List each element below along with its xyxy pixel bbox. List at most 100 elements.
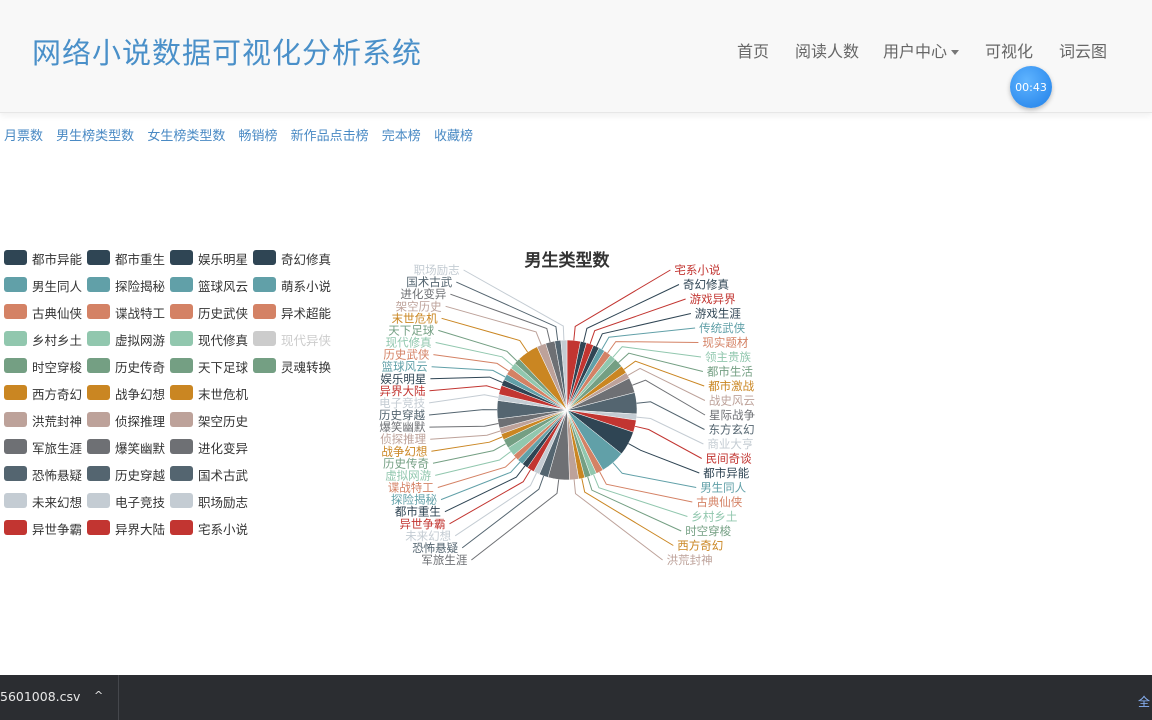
legend-label: 未来幻想: [32, 495, 83, 510]
download-file-name: 5601008.csv: [0, 689, 81, 704]
pie-slice-label: 古典仙侠: [696, 495, 742, 509]
legend-label: 西方奇幻: [32, 387, 83, 402]
pie-label-line: [636, 401, 705, 430]
legend-label: 宅系小说: [198, 522, 249, 537]
legend-label: 萌系小说: [281, 279, 332, 294]
pie-label-line: [449, 469, 531, 525]
legend-label: 谍战特工: [115, 306, 166, 321]
subnav-male-genre-count[interactable]: 男生榜类型数: [56, 129, 134, 144]
brand-title[interactable]: 网络小说数据可视化分析系统: [32, 30, 422, 72]
nav-user-center-label: 用户中心: [883, 42, 948, 61]
legend-label: 古典仙侠: [32, 306, 83, 321]
pie-label-line: [589, 298, 686, 345]
legend-label: 历史武侠: [198, 306, 249, 321]
pie-label-line: [428, 409, 498, 416]
subnav-new-works-clicks[interactable]: 新作品点击榜: [291, 129, 369, 144]
chevron-up-icon[interactable]: ^: [94, 689, 103, 702]
legend-swatch: [170, 250, 193, 265]
pie-slice-label: 都市异能: [703, 466, 749, 480]
legend-label: 乡村乡土: [32, 333, 83, 348]
legend-swatch: [253, 331, 276, 346]
subnav-female-genre-count[interactable]: 女生榜类型数: [147, 129, 225, 144]
pie-slice-label: 星际战争: [709, 408, 755, 422]
top-navbar: 网络小说数据可视化分析系统 首页 阅读人数 用户中心 可视化 词云图: [0, 0, 1152, 113]
pie-slice-label: 现实题材: [702, 336, 748, 350]
nav-wordcloud[interactable]: 词云图: [1059, 38, 1107, 62]
pie-label-line: [463, 269, 565, 341]
pie-slice-label: 时空穿梭: [685, 524, 731, 538]
legend-label: 时空穿梭: [32, 360, 83, 375]
legend-swatch: [4, 466, 27, 481]
pie-label-line: [454, 472, 537, 537]
legend-label: 奇幻修真: [281, 252, 332, 267]
pie-slice-label: 都市生活: [707, 365, 753, 379]
download-bar: 5601008.csv ^ 全: [0, 675, 1152, 720]
legend-swatch: [4, 439, 27, 454]
pie-slice-label: 奇幻修真: [683, 278, 729, 292]
pie-slice-label: 领主贵族: [705, 350, 751, 364]
legend-label: 异世争霸: [32, 522, 83, 537]
pie-label-line: [456, 281, 559, 341]
pie-slice-label: 宅系小说: [674, 263, 720, 277]
subnav-monthly-tickets[interactable]: 月票数: [4, 129, 43, 144]
recording-timer-badge[interactable]: 00:43: [1010, 66, 1052, 108]
legend-label: 进化变异: [198, 441, 249, 456]
legend-swatch: [170, 520, 193, 535]
pie-slice-label: 传统武侠: [699, 321, 745, 335]
legend-swatch: [170, 277, 193, 292]
pie-label-line: [429, 385, 501, 392]
pie-label-line: [587, 476, 682, 532]
subnav-favorites[interactable]: 收藏榜: [434, 129, 473, 144]
pie-slice-label: 乡村乡土: [691, 510, 737, 524]
pie-label-line: [628, 443, 700, 474]
pie-label-line: [623, 360, 705, 387]
subnav-completed[interactable]: 完本榜: [382, 129, 421, 144]
nav-user-center[interactable]: 用户中心: [883, 38, 960, 62]
legend-swatch: [87, 358, 110, 373]
legend-label: 现代修真: [198, 333, 249, 348]
legend-swatch: [87, 466, 110, 481]
nav-visualization[interactable]: 可视化: [985, 38, 1033, 62]
download-item[interactable]: 5601008.csv ^: [0, 675, 119, 720]
pie-slice-label: 男生同人: [700, 481, 746, 495]
legend-swatch: [4, 385, 27, 400]
legend-label: 洪荒封神: [32, 414, 83, 429]
legend-label: 篮球风云: [198, 279, 249, 294]
legend-swatch: [4, 493, 27, 508]
pie-slice-label: 游戏生涯: [695, 307, 741, 321]
pie-label-line: [429, 423, 499, 428]
pie-label-line: [432, 443, 506, 464]
pie-label-line: [634, 425, 702, 459]
pie-label-line: [627, 367, 706, 401]
pie-label-line: [430, 376, 503, 384]
nav-readers[interactable]: 阅读人数: [795, 38, 859, 62]
legend-swatch: [170, 493, 193, 508]
pie-slice-label: 都市激战: [708, 379, 754, 393]
pie-slice-label: 洪荒封神: [667, 553, 713, 567]
legend-label: 现代异侠: [281, 333, 332, 348]
legend-label: 架空历史: [198, 414, 249, 429]
legend-swatch: [170, 304, 193, 319]
legend-label: 国术古武: [198, 468, 249, 483]
show-all-link[interactable]: 全: [1138, 693, 1150, 710]
pie-slice-label: 西方奇幻: [677, 539, 723, 553]
legend-swatch: [87, 439, 110, 454]
pie-slice-label: 民间奇谈: [706, 452, 752, 466]
legend-swatch: [4, 250, 27, 265]
legend-swatch: [253, 250, 276, 265]
pie-label-line: [593, 474, 688, 517]
legend-label: 异术超能: [281, 306, 332, 321]
legend-swatch: [87, 277, 110, 292]
legend-label: 天下足球: [198, 360, 249, 375]
legend-label: 异界大陆: [115, 522, 166, 537]
nav-home[interactable]: 首页: [737, 38, 769, 62]
subnav-bestseller[interactable]: 畅销榜: [238, 129, 277, 144]
legend-swatch: [253, 304, 276, 319]
legend-swatch: [4, 520, 27, 535]
legend-label: 军旅生涯: [32, 441, 83, 456]
pie-label-line: [435, 342, 514, 367]
legend-label: 战争幻想: [115, 387, 166, 402]
pie-label-line: [599, 471, 693, 503]
legend-swatch: [87, 250, 110, 265]
pie-label-line: [430, 430, 501, 440]
